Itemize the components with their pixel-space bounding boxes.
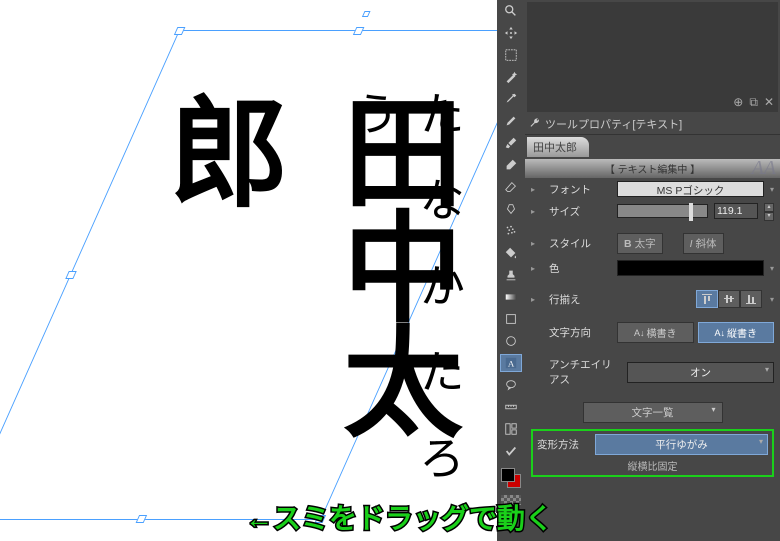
bold-button[interactable]: B太字 (617, 233, 663, 254)
wand-icon[interactable] (500, 68, 522, 86)
duplicate-icon[interactable]: ⧉ (749, 95, 758, 110)
horizontal-writing-button[interactable]: A↓横書き (617, 322, 694, 343)
tool-property-panel: ⊕ ⧉ ✕ ツールプロパティ[テキスト] 田中太郎 【 テキスト編集中 】 AA… (525, 0, 780, 541)
marker-icon[interactable] (500, 156, 522, 174)
font-row: ▸ フォント MS Pゴシック ▾ (525, 178, 780, 200)
align-middle-icon[interactable] (718, 290, 740, 308)
ruby-text[interactable]: たなかたろう (340, 90, 472, 540)
eyedropper-icon[interactable] (500, 90, 522, 108)
editing-banner: 【 テキスト編集中 】 AA (525, 159, 780, 178)
expand-icon[interactable]: ▸ (531, 295, 543, 304)
navigator-preview: ⊕ ⧉ ✕ (527, 2, 778, 112)
shape-outline-icon[interactable] (500, 310, 522, 328)
editing-label: 【 テキスト編集中 】 (605, 165, 700, 176)
style-row: ▸ スタイル B太字 I斜体 (525, 230, 780, 257)
shape-icon[interactable] (500, 332, 522, 350)
text-color-swatch[interactable] (617, 260, 764, 276)
dropdown-icon[interactable]: ▾ (770, 264, 774, 273)
text-icon[interactable]: A (500, 354, 522, 372)
font-label: フォント (549, 182, 611, 197)
size-row: ▸ サイズ 119.1 ▴▾ (525, 200, 780, 222)
font-select[interactable]: MS Pゴシック (617, 181, 764, 197)
align-top-icon[interactable] (696, 290, 718, 308)
move-icon[interactable] (500, 24, 522, 42)
color-swatch[interactable] (501, 468, 521, 488)
ruler-icon[interactable] (500, 398, 522, 416)
align-bottom-icon[interactable] (740, 290, 762, 308)
fill-icon[interactable] (500, 244, 522, 262)
rotation-handle[interactable] (362, 11, 371, 17)
transform-highlight: 変形方法 平行ゆがみ 縦横比固定 (531, 429, 774, 477)
close-icon[interactable]: ✕ (764, 95, 774, 110)
wrench-icon[interactable] (529, 117, 541, 132)
dropdown-icon[interactable]: ▾ (770, 295, 774, 304)
align-row: ▸ 行揃え ▾ (525, 287, 780, 311)
italic-button[interactable]: I斜体 (683, 233, 724, 254)
magnifier-icon[interactable] (500, 2, 522, 20)
transform-label: 変形方法 (537, 437, 589, 452)
stamp-icon[interactable] (500, 266, 522, 284)
transform-method-select[interactable]: 平行ゆがみ (595, 434, 768, 455)
tab-bar: 田中太郎 (525, 135, 780, 159)
marquee-icon[interactable] (500, 46, 522, 64)
antialias-row: ▸ アンチエイリアス オン (525, 354, 780, 390)
color-row: ▸ 色 ▾ (525, 257, 780, 279)
direction-row: ▸ 文字方向 A↓横書き A↓縦書き (525, 319, 780, 346)
handle-top-left[interactable] (174, 27, 186, 35)
blend-icon[interactable] (500, 200, 522, 218)
tool-palette: A (497, 0, 525, 541)
brush-icon[interactable] (500, 134, 522, 152)
expand-icon[interactable]: ▸ (531, 264, 543, 273)
annotation-text: スミをドラッグで動く (273, 503, 553, 534)
canvas-area[interactable]: 田中太郎 たなかたろう (0, 0, 495, 541)
panel-header: ツールプロパティ[テキスト] (525, 114, 780, 135)
size-label: サイズ (549, 204, 611, 219)
character-list-button[interactable]: 文字一覧 (583, 402, 723, 423)
svg-text:A: A (508, 359, 515, 369)
add-icon[interactable]: ⊕ (733, 95, 743, 110)
size-value[interactable]: 119.1 (714, 203, 758, 219)
balloon-icon[interactable] (500, 376, 522, 394)
handle-mid-left[interactable] (65, 271, 77, 279)
ratio-lock-label: 縦横比固定 (535, 456, 770, 473)
expand-icon[interactable]: ▸ (531, 239, 543, 248)
gradient-icon[interactable] (500, 288, 522, 306)
handle-top-mid[interactable] (353, 27, 365, 35)
expand-icon[interactable]: ▸ (531, 185, 543, 194)
size-stepper[interactable]: ▴▾ (764, 203, 774, 219)
vertical-writing-button[interactable]: A↓縦書き (698, 322, 775, 343)
color-label: 色 (549, 261, 611, 276)
dropdown-icon[interactable]: ▾ (770, 185, 774, 194)
antialias-select[interactable]: オン (627, 362, 774, 383)
pen-icon[interactable] (500, 112, 522, 130)
annotation-callout: ←スミをドラッグで動く (245, 497, 553, 537)
panel-title: ツールプロパティ[テキスト] (545, 116, 682, 132)
correction-icon[interactable] (500, 442, 522, 460)
eraser-icon[interactable] (500, 178, 522, 196)
style-label: スタイル (549, 236, 611, 251)
arrow-left-icon: ← (245, 503, 273, 534)
subtool-tab[interactable]: 田中太郎 (527, 137, 589, 157)
antialias-label: アンチエイリアス (549, 357, 621, 387)
text-object[interactable]: 田中太郎 たなかたろう (10, 40, 430, 540)
align-label: 行揃え (549, 292, 611, 307)
panel-icon[interactable] (500, 420, 522, 438)
size-slider[interactable] (617, 204, 708, 218)
expand-icon[interactable]: ▸ (531, 207, 543, 216)
text-decoration-icon: AA (752, 157, 776, 180)
spray-icon[interactable] (500, 222, 522, 240)
direction-label: 文字方向 (549, 325, 611, 340)
